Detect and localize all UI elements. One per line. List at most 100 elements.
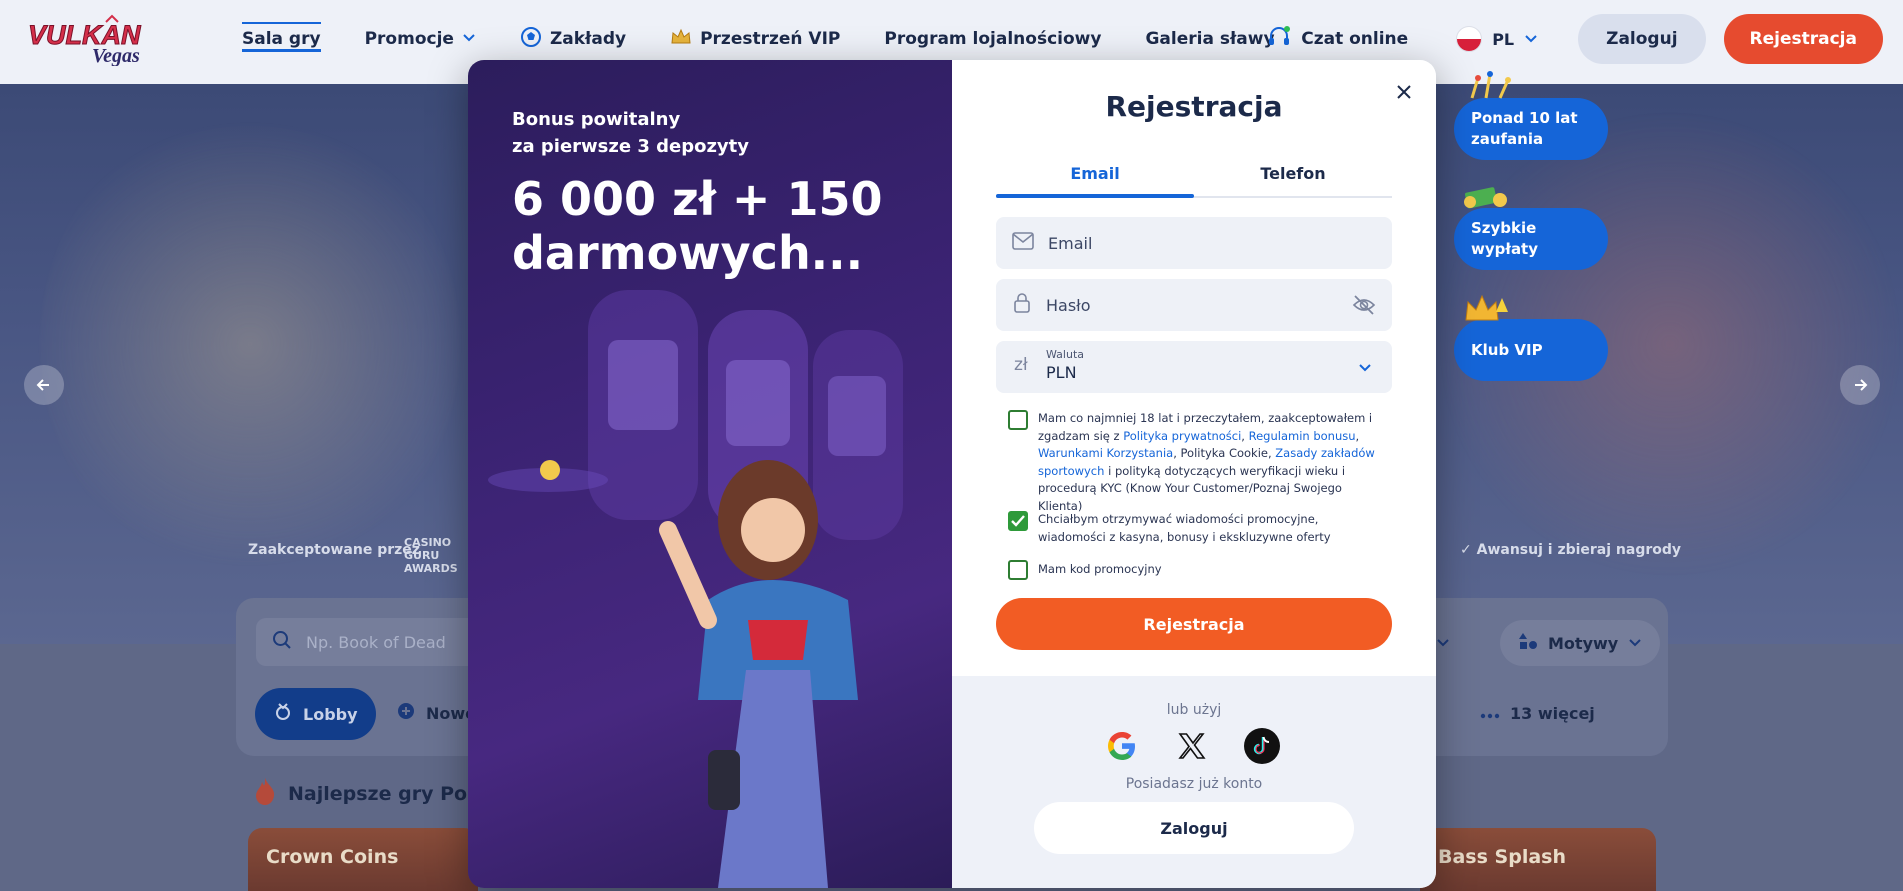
email-input[interactable]: Email <box>996 217 1392 269</box>
terms-checkbox[interactable] <box>1008 410 1028 430</box>
casino-guru-awards-logo: CASINO GURU AWARDS <box>404 536 458 575</box>
currency-symbol: zł <box>1014 355 1028 375</box>
social-login-area: lub użyj Posiadasz już konto Zaloguj <box>952 676 1436 888</box>
checkmark-icon <box>1011 515 1025 527</box>
category-label: Lobby <box>303 704 358 724</box>
nav-sala-gry[interactable]: Sala gry <box>242 0 321 78</box>
promo-consent-text: Chciałbym otrzymywać wiadomości promocyj… <box>1038 512 1331 544</box>
envelope-icon <box>1012 232 1034 254</box>
modal-login-button[interactable]: Zaloguj <box>1034 802 1354 854</box>
soccer-ball-icon <box>520 26 542 53</box>
category-lobby[interactable]: Lobby <box>255 688 376 740</box>
hero-caption-level-up: ✓ Awansuj i zbieraj nagrody <box>1460 542 1681 558</box>
currency-label: Waluta <box>1046 348 1084 361</box>
chevron-down-icon <box>1436 634 1450 653</box>
chat-online-link[interactable]: Czat online <box>1267 25 1408 54</box>
badge-label: Ponad 10 lat zaufania <box>1471 109 1578 148</box>
game-card-crown-coins[interactable]: Crown Coins <box>248 828 478 891</box>
registration-modal: Bonus powitalny za pierwsze 3 depozyty 6… <box>468 60 1436 888</box>
bonus-subtitle-line2: za pierwsze 3 depozyty <box>512 136 750 157</box>
consent-text: , Polityka Cookie, <box>1173 446 1276 460</box>
check-icon: ✓ <box>1460 542 1477 558</box>
tab-phone[interactable]: Telefon <box>1194 164 1392 183</box>
hero-prev-button[interactable] <box>24 365 64 405</box>
search-placeholder: Np. Book of Dead <box>306 632 446 652</box>
nav-label: Promocje <box>364 29 454 49</box>
consent-text: , <box>1241 428 1249 443</box>
google-icon[interactable] <box>1104 728 1140 764</box>
nav-label: Program lojalnościowy <box>884 29 1102 49</box>
game-title: Crown Coins <box>266 846 399 868</box>
or-use-label: lub użyj <box>1166 702 1222 718</box>
bonus-subtitle: Bonus powitalny za pierwsze 3 depozyty <box>512 106 749 160</box>
nav-label: Przestrzeń VIP <box>700 29 841 49</box>
nav-label: Sala gry <box>242 29 321 49</box>
category-more[interactable]: 13 więcej <box>1462 690 1613 736</box>
header-register-button[interactable]: Rejestracja <box>1723 14 1883 64</box>
promo-consent-row: Chciałbym otrzymywać wiadomości promocyj… <box>1008 511 1388 546</box>
terms-of-use-link[interactable]: Warunkami Korzystania <box>1038 446 1173 460</box>
x-twitter-icon[interactable] <box>1174 728 1210 764</box>
medal-icon <box>273 702 293 726</box>
shapes-icon <box>1518 631 1538 655</box>
chevron-down-icon <box>1524 30 1538 49</box>
hero-caption-accepted: Zaakceptowane przez <box>248 542 420 558</box>
badge-label: Klub VIP <box>1471 340 1543 359</box>
fireworks-icon <box>1462 70 1518 104</box>
currency-value: PLN <box>1046 363 1077 382</box>
tiktok-icon[interactable] <box>1244 728 1280 764</box>
chevron-down-icon <box>1628 634 1642 653</box>
language-code: PL <box>1492 29 1515 49</box>
badge-trust: Ponad 10 lat zaufania <box>1454 98 1608 160</box>
character-illustration <box>540 460 858 888</box>
nav-label: Zakłady <box>549 29 627 49</box>
password-placeholder: Hasło <box>1046 295 1091 315</box>
badge-label: Szybkie wypłaty <box>1471 219 1539 258</box>
bonus-promo-panel: Bonus powitalny za pierwsze 3 depozyty 6… <box>468 60 952 888</box>
game-card-bass-splash[interactable]: Bass Splash <box>1420 828 1656 891</box>
header-login-button[interactable]: Zaloguj <box>1578 14 1706 64</box>
currency-select[interactable]: zł Waluta PLN <box>996 341 1392 393</box>
promo-code-row: Mam kod promocyjny <box>1008 560 1388 580</box>
password-input[interactable]: Hasło <box>996 279 1392 331</box>
eye-slash-icon[interactable] <box>1352 294 1376 320</box>
registration-form-panel: Rejestracja Email Telefon Email Hasło zł… <box>952 60 1436 888</box>
nav-label: Galeria sławy <box>1145 29 1275 49</box>
promo-code-text: Mam kod promocyjny <box>1038 562 1162 577</box>
chat-label: Czat online <box>1301 29 1409 49</box>
have-account-label: Posiadasz już konto <box>1125 776 1263 792</box>
promo-consent-checkbox[interactable] <box>1008 511 1028 531</box>
filter-label: Motywy <box>1548 633 1619 653</box>
money-stack-icon <box>1460 184 1514 214</box>
bonus-amount: 6 000 zł + 150 darmowych... <box>512 172 883 280</box>
terms-consent-text: Mam co najmniej 18 lat i przeczytałem, z… <box>1038 410 1388 515</box>
crown-icon <box>670 27 692 52</box>
submit-registration-button[interactable]: Rejestracja <box>996 598 1392 650</box>
tab-email[interactable]: Email <box>996 164 1194 183</box>
poland-flag-icon <box>1456 26 1483 52</box>
language-selector[interactable]: PL <box>1456 26 1538 52</box>
svg-text:Vegas: Vegas <box>92 45 140 66</box>
nav-promocje[interactable]: Promocje <box>365 0 476 78</box>
lock-icon <box>1012 292 1032 318</box>
hero-next-button[interactable] <box>1840 365 1880 405</box>
header-actions: Czat online PL Zaloguj Rejestracja <box>1267 14 1883 64</box>
plus-circle-icon <box>396 701 416 725</box>
filter-themes-dropdown[interactable]: Motywy <box>1500 620 1661 666</box>
badge-vip-club: Klub VIP <box>1454 319 1608 381</box>
privacy-policy-link[interactable]: Polityka prywatności <box>1123 429 1241 443</box>
vulkan-vegas-logo[interactable]: VULKAN Vegas <box>26 14 150 67</box>
category-label: 13 więcej <box>1510 703 1595 723</box>
search-icon <box>272 630 292 654</box>
hero-caption-text: Awansuj i zbieraj nagrody <box>1476 542 1682 558</box>
social-login-icons <box>1104 728 1280 764</box>
tab-active-indicator <box>996 194 1194 198</box>
promo-code-checkbox[interactable] <box>1008 560 1028 580</box>
consent-text: , <box>1355 428 1360 443</box>
more-dots-icon <box>1480 704 1500 723</box>
email-placeholder: Email <box>1048 233 1093 253</box>
bonus-terms-link[interactable]: Regulamin bonusu <box>1249 429 1356 443</box>
headset-icon <box>1267 25 1291 54</box>
crown-gold-icon <box>1462 292 1512 328</box>
chevron-down-icon <box>1358 359 1372 378</box>
